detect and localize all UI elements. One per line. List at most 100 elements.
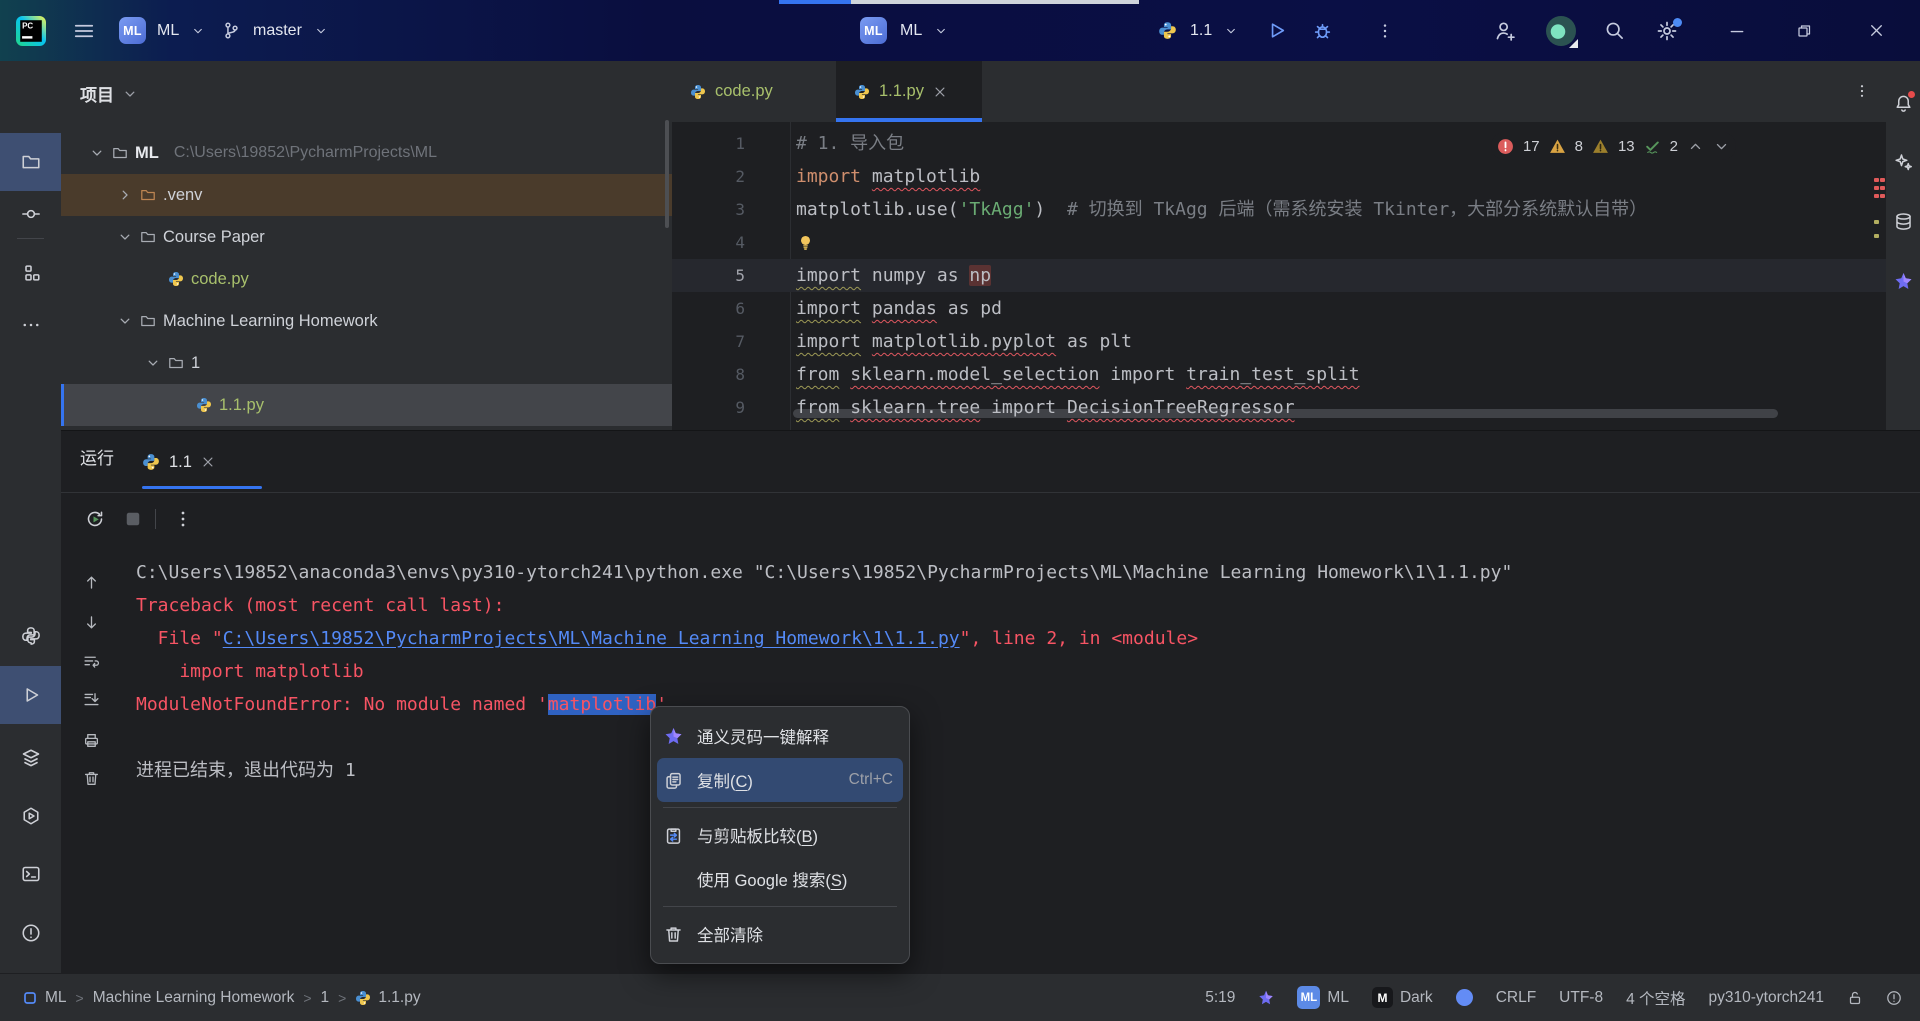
branch-icon[interactable] (222, 0, 241, 61)
more-options-button[interactable] (170, 506, 196, 532)
more-actions-icon[interactable] (1376, 0, 1394, 61)
chevron-down-icon[interactable] (117, 313, 133, 329)
user-plus-icon (1494, 20, 1516, 42)
tree-item-Course Paper[interactable]: Course Paper (61, 216, 672, 258)
tool-window-terminal[interactable] (0, 852, 61, 896)
center-project-widget[interactable]: ML (860, 0, 887, 61)
status-indicator[interactable] (1456, 989, 1473, 1006)
python-icon (355, 990, 371, 1006)
branch-name[interactable]: master (253, 0, 302, 61)
close-icon[interactable] (201, 455, 215, 469)
status-line-separator[interactable]: CRLF (1496, 989, 1536, 1007)
run-panel-title[interactable]: 运行 (80, 444, 114, 469)
project-name[interactable]: ML (157, 0, 179, 61)
tool-window-python-packages[interactable] (0, 614, 61, 658)
tool-window-commit[interactable] (0, 192, 61, 236)
status-indent[interactable]: 4 个空格 (1626, 987, 1685, 1009)
menu-item-label: 复制(C) (697, 768, 753, 792)
status-encoding[interactable]: UTF-8 (1559, 989, 1603, 1007)
tool-window-project[interactable] (0, 133, 61, 191)
status-theme-widget[interactable]: MDark (1372, 987, 1433, 1008)
minimize-button[interactable] (1728, 0, 1746, 61)
console-output[interactable]: C:\Users\19852\anaconda3\envs\py310-ytor… (136, 556, 1900, 787)
tool-window-database[interactable] (1886, 201, 1920, 241)
stacktrace-link[interactable]: C:\Users\19852\PycharmProjects\ML\Machin… (223, 628, 960, 649)
breadcrumb-item-1.1.py[interactable]: 1.1.py (355, 989, 420, 1007)
status-interpreter[interactable]: py310-ytorch241 (1709, 989, 1824, 1007)
status-readonly-toggle[interactable] (1847, 990, 1863, 1006)
tool-window-more-tool-windows[interactable] (0, 303, 61, 347)
close-button[interactable] (1868, 0, 1885, 61)
tool-window-run[interactable] (0, 666, 61, 724)
avatar[interactable] (1546, 0, 1576, 61)
chevron-down-icon[interactable] (145, 355, 161, 371)
tree-item-Machine Learning Homework[interactable]: Machine Learning Homework (61, 300, 672, 342)
code-area[interactable]: 178132 1# 1. 导入包2import matplotlib3matpl… (672, 122, 1886, 430)
chevron-right-icon[interactable] (117, 187, 133, 203)
run-config-name[interactable]: 1.1 (1190, 0, 1212, 61)
project-panel-header[interactable]: 项目 (80, 81, 138, 106)
tool-window-notifications[interactable] (1886, 83, 1920, 123)
run-button[interactable] (1266, 0, 1287, 61)
search-icon[interactable] (1604, 0, 1625, 61)
maximize-button[interactable] (1796, 0, 1812, 61)
intention-bulb-icon[interactable] (796, 233, 815, 252)
ml-badge: ML (1297, 986, 1320, 1009)
editor-tab-code.py[interactable]: code.py (672, 61, 836, 122)
gear-icon[interactable] (1656, 0, 1678, 61)
breadcrumb-item-1[interactable]: 1 (321, 989, 330, 1007)
stop-button[interactable] (120, 506, 146, 532)
chevron-down-icon[interactable] (89, 145, 105, 161)
folder-icon (140, 229, 156, 245)
status-caret-position[interactable]: 5:19 (1205, 989, 1235, 1007)
code-line-4: 4 (672, 226, 1886, 259)
center-project-badge: ML (860, 17, 887, 44)
tool-window-ai-assistant[interactable] (1886, 141, 1920, 181)
project-scrollbar[interactable] (665, 120, 669, 228)
print-button[interactable] (78, 727, 104, 753)
tool-window-services[interactable] (0, 736, 61, 780)
menu-item-与剪贴板比较(B)[interactable]: 与剪贴板比较(B) (651, 813, 909, 857)
status-inspections-widget[interactable] (1886, 990, 1902, 1006)
tool-window-problems[interactable] (0, 911, 61, 955)
tool-window-structure[interactable] (0, 251, 61, 295)
pycharm-logo-icon[interactable]: PC (16, 0, 46, 61)
menu-item-全部清除[interactable]: 全部清除 (651, 912, 909, 956)
run-tab[interactable]: 1.1 (142, 438, 215, 486)
status-tongyi-lingma[interactable] (1258, 990, 1274, 1006)
scroll-to-end-button[interactable] (78, 686, 104, 712)
close-icon[interactable] (933, 85, 947, 99)
project-widget[interactable]: ML (119, 0, 146, 61)
scroll-up-button[interactable] (78, 569, 104, 595)
svg-text:PC: PC (22, 21, 33, 30)
tab-options-icon[interactable] (1854, 83, 1870, 99)
tree-item-1[interactable]: 1 (61, 342, 672, 384)
trash-icon (83, 770, 100, 787)
editor-tab-1.1.py[interactable]: 1.1.py (836, 61, 982, 122)
menu-item-使用 Google 搜索(S)[interactable]: 使用 Google 搜索(S) (651, 857, 909, 901)
clear-all-button[interactable] (78, 765, 104, 791)
breadcrumb-item-Machine Learning Homework[interactable]: Machine Learning Homework (93, 989, 295, 1007)
main-menu-icon[interactable] (73, 0, 95, 61)
tree-item-code.py[interactable]: code.py (61, 258, 672, 300)
tool-window-tongyi-lingma[interactable] (1886, 261, 1920, 301)
center-project-name[interactable]: ML (900, 0, 922, 61)
tool-window-run-anything[interactable] (0, 794, 61, 838)
stop-icon (123, 509, 143, 529)
code-token: import (796, 331, 861, 352)
chevron-down-icon[interactable] (117, 229, 133, 245)
console-text: C:\Users\19852\anaconda3\envs\py310-ytor… (136, 562, 1512, 583)
status-project-widget[interactable]: MLML (1297, 986, 1349, 1009)
breadcrumb-item-ML[interactable]: ML (22, 989, 67, 1007)
scroll-down-button[interactable] (78, 609, 104, 635)
tree-item-1.1.py[interactable]: 1.1.py (61, 384, 672, 426)
rerun-button[interactable] (82, 506, 108, 532)
tree-item-ML[interactable]: MLC:\Users\19852\PycharmProjects\ML (61, 132, 672, 174)
tree-item-.venv[interactable]: .venv (61, 174, 672, 216)
line-number: 8 (672, 358, 745, 391)
debug-button[interactable] (1312, 0, 1333, 61)
add-user-icon[interactable] (1494, 0, 1516, 61)
soft-wrap-button[interactable] (78, 648, 104, 674)
menu-item-通义灵码一键解释[interactable]: 通义灵码一键解释 (651, 714, 909, 758)
menu-item-复制(C)[interactable]: 复制(C)Ctrl+C (657, 758, 903, 802)
